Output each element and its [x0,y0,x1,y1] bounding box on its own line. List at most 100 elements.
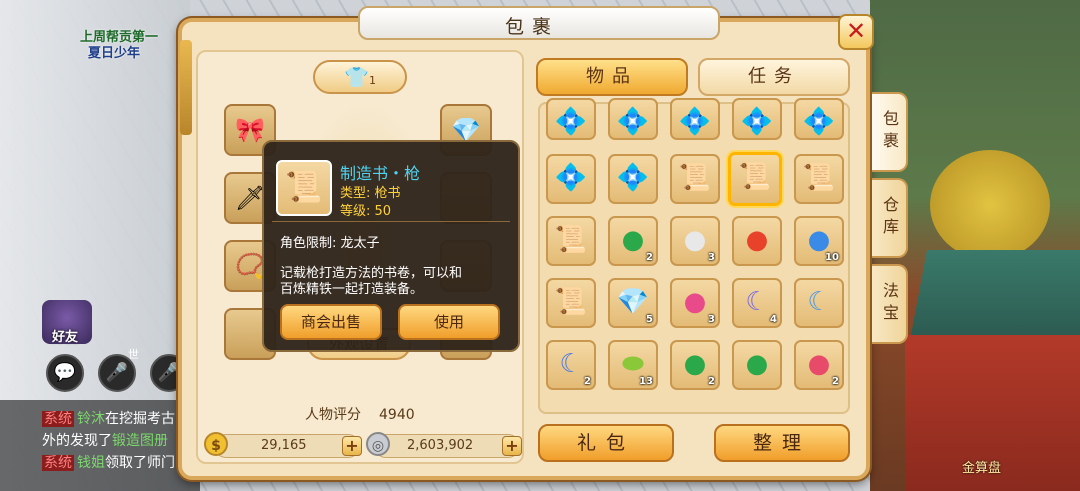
side-tab-treasure[interactable]: 法宝 [872,264,908,344]
add-gold-button[interactable]: + [342,436,362,456]
scroll-icon: 📜 [554,225,588,255]
scroll-icon: 📜 [678,163,712,193]
tab-quests[interactable]: 任务 [698,58,850,96]
friend-label: 好友 [52,330,79,345]
inventory-slot[interactable]: ● 2 [794,340,844,390]
crystal-icon: 💠 [678,107,712,137]
green-orb-icon: ● [621,225,645,255]
item-count: 3 [708,314,715,325]
chat-line-2: 外的发现了锻造图册 [42,430,168,450]
chat-text: 在挖掘考古 [105,411,175,427]
system-tag: 系统 [42,411,74,427]
chat-bubble-icon[interactable]: 💬 [46,354,84,392]
inventory-slot[interactable]: ● [732,340,782,390]
tooltip-item-type: 类型: 枪书 [340,186,401,201]
pink-swirl-orb-icon: ● [683,287,707,317]
inventory-slot-selected[interactable]: 📜 [728,152,782,206]
world-channel-label: 世 [128,348,139,361]
inventory-slot[interactable]: 💠 [546,154,596,204]
npc-label: 金算盘 [962,461,1002,476]
pink-swirl-orb-icon: ● [807,349,831,379]
score-value: 4940 [379,407,415,423]
inventory-slot[interactable]: ⬬ 13 [608,340,658,390]
item-count: 3 [708,252,715,263]
scroll-icon: 📜 [276,160,332,216]
crystal-icon: 💠 [802,107,836,137]
inventory-slot[interactable]: ● [732,216,782,266]
shirt-icon: 👕 [344,65,369,89]
silver-display: 2,603,902 [374,434,520,458]
inventory-slot[interactable]: 📜 [546,278,596,328]
inventory-slot[interactable]: 📜 [670,154,720,204]
outfit-count: 1 [368,74,376,87]
crescent-moon-icon: ☾ [559,349,583,379]
chat-text: 领取了师门 [105,455,175,471]
item-count: 2 [646,252,653,263]
inventory-slot[interactable]: ● 2 [608,216,658,266]
tooltip-item-name: 制造书・枪 [340,164,421,183]
tooltip-role-restriction: 角色限制: 龙太子 [280,236,380,251]
player-name: 夏日少年 [88,46,141,61]
tab-items[interactable]: 物品 [536,58,688,96]
inventory-slot[interactable]: 📜 [546,216,596,266]
system-tag: 系统 [42,455,74,471]
inventory-slot[interactable]: ☾ 4 [732,278,782,328]
tooltip-item-level: 等级: 50 [340,204,392,219]
tooltip-divider [272,221,510,222]
inventory-slot[interactable]: ☾ [794,278,844,328]
add-silver-button[interactable]: + [502,436,522,456]
inventory-slot[interactable]: 💠 [732,98,782,140]
scroll-icon: 📜 [802,163,836,193]
outfit-button[interactable]: 👕1 [313,60,407,94]
inventory-slot[interactable]: 💠 [546,98,596,140]
red-orb-icon: ● [745,225,769,255]
use-button[interactable]: 使用 [398,304,500,340]
item-count: 2 [832,376,839,387]
side-tab-bag[interactable]: 包裹 [872,92,908,172]
inventory-slot[interactable]: ● 10 [794,216,844,266]
inventory-slot[interactable]: 💠 [608,154,658,204]
crystal-icon: 💠 [616,107,650,137]
chat-text: 外的发现了 [42,433,112,449]
green-beans-icon: ⬬ [621,349,645,379]
chat-item-link[interactable]: 锻造图册 [112,433,168,449]
gift-pack-button[interactable]: 礼包 [538,424,674,462]
inventory-slot[interactable]: ● 3 [670,216,720,266]
inventory-slot[interactable]: 💎 5 [608,278,658,328]
sell-to-market-button[interactable]: 商会出售 [280,304,382,340]
side-tab-warehouse[interactable]: 仓库 [872,178,908,258]
chat-player-name[interactable]: 铃沐 [77,411,105,427]
item-count: 2 [708,376,715,387]
chat-line-3: 系统 钱姐领取了师门 [42,452,175,472]
inventory-slot[interactable]: 💠 [670,98,720,140]
tooltip-description-line-2: 百炼精铁一起打造装备。 [280,282,424,297]
inventory-slot[interactable]: 📜 [794,154,844,204]
character-score: 人物评分 4940 [305,404,415,424]
close-icon[interactable]: ✕ [838,14,874,50]
turtle-shell-icon: ● [807,225,831,255]
gold-coin-icon: $ [204,432,228,456]
inventory-slot[interactable]: ● 2 [670,340,720,390]
white-orb-icon: ● [683,225,707,255]
chat-line-1: 系统 铃沐在挖掘考古 [42,408,175,428]
crystal-icon: 💠 [554,107,588,137]
inventory-slot[interactable]: ● 3 [670,278,720,328]
crystal-icon: 💠 [554,163,588,193]
panel-title: 包裹 [505,16,560,38]
sort-button[interactable]: 整理 [714,424,850,462]
scroll-icon: 📜 [738,162,772,192]
crystal-icon: 💠 [740,107,774,137]
blue-crystal-icon: 💎 [616,287,650,317]
crescent-moon-icon: ☾ [745,287,769,317]
score-label: 人物评分 [305,407,361,423]
chat-player-name[interactable]: 钱姐 [77,455,105,471]
silver-coin-icon: ◎ [366,432,390,456]
golden-tree [930,150,1050,260]
item-count: 5 [646,314,653,325]
item-count: 13 [639,376,653,387]
inventory-slot[interactable]: ☾ 2 [546,340,596,390]
inventory-slot[interactable]: 💠 [794,98,844,140]
item-count: 10 [825,252,839,263]
inventory-slot[interactable]: 💠 [608,98,658,140]
scroll-icon: 📜 [554,287,588,317]
